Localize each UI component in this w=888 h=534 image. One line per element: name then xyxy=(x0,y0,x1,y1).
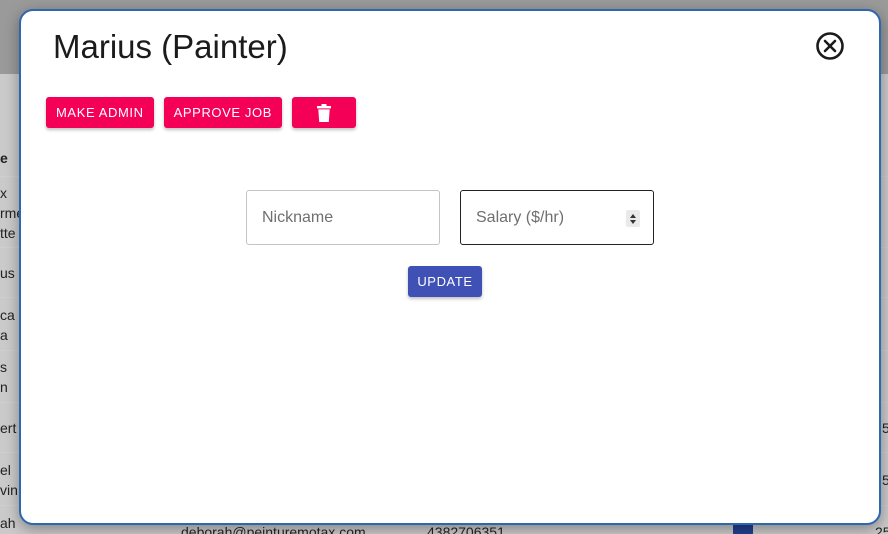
close-circle-icon xyxy=(816,32,844,60)
bg-cell: ca xyxy=(0,307,15,323)
employee-dialog: Marius (Painter) MAKE ADMIN APPROVE JOB … xyxy=(19,9,881,525)
salary-input[interactable] xyxy=(474,208,628,228)
bg-cell: el xyxy=(0,462,11,478)
close-button[interactable] xyxy=(815,31,845,61)
bg-cell: x xyxy=(0,185,7,201)
bg-cell: us xyxy=(0,265,15,281)
nickname-input[interactable] xyxy=(260,208,414,228)
bg-cell: s xyxy=(0,359,7,375)
bg-column-header: e xyxy=(0,150,8,166)
bg-cell: 5 xyxy=(882,420,888,436)
trash-icon xyxy=(316,103,331,122)
dialog-title: Marius (Painter) xyxy=(53,28,288,65)
bg-cell: ert xyxy=(0,420,17,436)
action-buttons: MAKE ADMIN APPROVE JOB xyxy=(46,97,356,128)
approve-job-button[interactable]: APPROVE JOB xyxy=(163,97,282,128)
nickname-field[interactable] xyxy=(246,190,440,245)
bg-cell: 25 xyxy=(875,524,888,534)
salary-stepper[interactable] xyxy=(626,210,640,227)
stepper-up-icon[interactable] xyxy=(630,213,636,218)
delete-button[interactable] xyxy=(291,97,356,128)
bg-cell: ah xyxy=(0,515,16,531)
update-button[interactable]: UPDATE xyxy=(408,266,482,297)
stepper-down-icon[interactable] xyxy=(630,219,636,224)
salary-field[interactable] xyxy=(460,190,654,245)
bg-cell: tte xyxy=(0,225,16,241)
bg-cell: n xyxy=(0,379,8,395)
bg-cell: vin xyxy=(0,482,18,498)
bg-cell: 5 xyxy=(882,472,888,488)
make-admin-button[interactable]: MAKE ADMIN xyxy=(46,97,154,128)
bg-cell: a xyxy=(0,327,8,343)
